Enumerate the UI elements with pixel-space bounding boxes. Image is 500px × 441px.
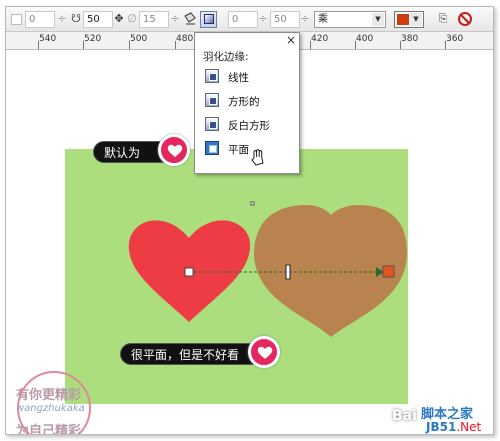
mouse-pointer-icon: [251, 149, 264, 166]
ruler-tick: [129, 41, 130, 49]
field-5-input[interactable]: 50: [270, 11, 300, 28]
chevron-down-icon: ▼: [372, 13, 384, 26]
menu-item-inverse-square[interactable]: 反白方形: [203, 114, 293, 134]
heart-icon-2: [257, 346, 273, 359]
ruler-label: 360: [446, 34, 464, 44]
opacity-icon: ☋: [71, 12, 81, 25]
ruler-label: 540: [39, 34, 57, 44]
color-picker-button[interactable]: ▼: [394, 11, 424, 28]
slider-icon[interactable]: ✥: [114, 11, 124, 28]
heart-badge-bottom: [248, 336, 280, 368]
heart-badge-top: [158, 134, 190, 166]
callout-flat: 很平面，但是不好看: [120, 343, 265, 365]
field-4-input[interactable]: 0: [228, 11, 258, 28]
stamp-line-1: 有你更精彩: [16, 388, 82, 403]
property-bar: 0 ÷ ☋ 50 ✥ ∅ 15 ÷ 0 ÷ 50 ÷ 乘 ▼ ▼ ⎘: [6, 7, 493, 32]
bucket-icon: [184, 12, 196, 25]
ruler-label: 380: [401, 34, 419, 44]
ruler-label: 400: [356, 34, 374, 44]
start-handle: [184, 267, 194, 277]
ruler-tick: [175, 41, 176, 49]
spin-arrow-icon-2[interactable]: ÷: [170, 11, 180, 28]
midpoint-slider: [285, 264, 291, 280]
heart-icon: [167, 144, 183, 157]
stamp-line-2: wangzhukaka: [16, 403, 85, 414]
linear-icon: [205, 69, 219, 83]
menu-item-label: 反白方形: [228, 120, 270, 132]
clear-effect-icon[interactable]: [458, 12, 472, 26]
close-icon[interactable]: ×: [286, 34, 296, 46]
feather-edge-icon: [204, 14, 214, 24]
merge-mode-value: 乘: [318, 14, 328, 25]
menu-title: 羽化边缘:: [203, 51, 249, 63]
ruler-tick: [355, 41, 356, 49]
menu-item-flat[interactable]: 平面: [203, 138, 293, 158]
menu-item-label: 平面: [228, 144, 249, 156]
watermark-baidu: Bai: [392, 408, 417, 424]
node-marker: [250, 201, 255, 206]
ruler-label: 500: [130, 34, 148, 44]
field-2-input[interactable]: 50: [83, 11, 113, 28]
menu-item-linear[interactable]: 线性: [203, 66, 293, 86]
color-swatch: [397, 14, 409, 25]
watermark-url-right: .Net: [456, 420, 482, 434]
field-3-input[interactable]: 15: [139, 11, 169, 28]
callout-flat-text: 很平面，但是不好看: [131, 348, 240, 362]
ruler-tick: [38, 41, 39, 49]
end-handle: [382, 265, 395, 278]
chevron-down-icon-2: ▼: [410, 13, 422, 26]
ruler-tick: [83, 41, 84, 49]
square-icon: [205, 93, 219, 107]
callout-default-text: 默认为: [104, 146, 141, 160]
direction-icon: ∅: [127, 12, 137, 25]
ruler-tick: [400, 41, 401, 49]
watermark-url-left: JB51: [426, 420, 457, 434]
stamp-line-3: 为自己精彩: [16, 424, 82, 435]
menu-item-label: 方形的: [228, 96, 260, 108]
ruler-tick: [445, 41, 446, 49]
feather-edge-menu: × 羽化边缘: 线性 方形的 反白方形 平面: [194, 32, 300, 174]
merge-mode-select[interactable]: 乘 ▼: [314, 11, 386, 28]
watermark-jb51-url: JB51.Net: [426, 420, 481, 434]
spin-arrow-icon[interactable]: ÷: [57, 11, 67, 28]
spin-arrow-icon-4[interactable]: ÷: [300, 11, 310, 28]
menu-item-label: 线性: [228, 72, 249, 84]
inverse-square-icon: [205, 117, 219, 131]
lock-checkbox[interactable]: [11, 14, 22, 25]
menu-item-square[interactable]: 方形的: [203, 90, 293, 110]
screenshot: 0 ÷ ☋ 50 ✥ ∅ 15 ÷ 0 ÷ 50 ÷ 乘 ▼ ▼ ⎘ 540 52…: [0, 0, 500, 441]
author-stamp: 有你更精彩 wangzhukaka 为自己精彩: [14, 370, 110, 435]
app-window: 0 ÷ ☋ 50 ✥ ∅ 15 ÷ 0 ÷ 50 ÷ 乘 ▼ ▼ ⎘ 540 52…: [5, 6, 494, 435]
copy-properties-icon[interactable]: ⎘: [436, 11, 450, 28]
spin-arrow-icon-3[interactable]: ÷: [258, 11, 268, 28]
field-1-input[interactable]: 0: [25, 11, 55, 28]
feather-edge-button[interactable]: [200, 11, 217, 28]
ruler-label: 420: [311, 34, 329, 44]
flat-icon: [205, 141, 219, 155]
ruler-label: 520: [84, 34, 102, 44]
ruler-label: 480: [176, 34, 194, 44]
ruler-tick: [310, 41, 311, 49]
feather-direction-button[interactable]: [182, 11, 198, 28]
